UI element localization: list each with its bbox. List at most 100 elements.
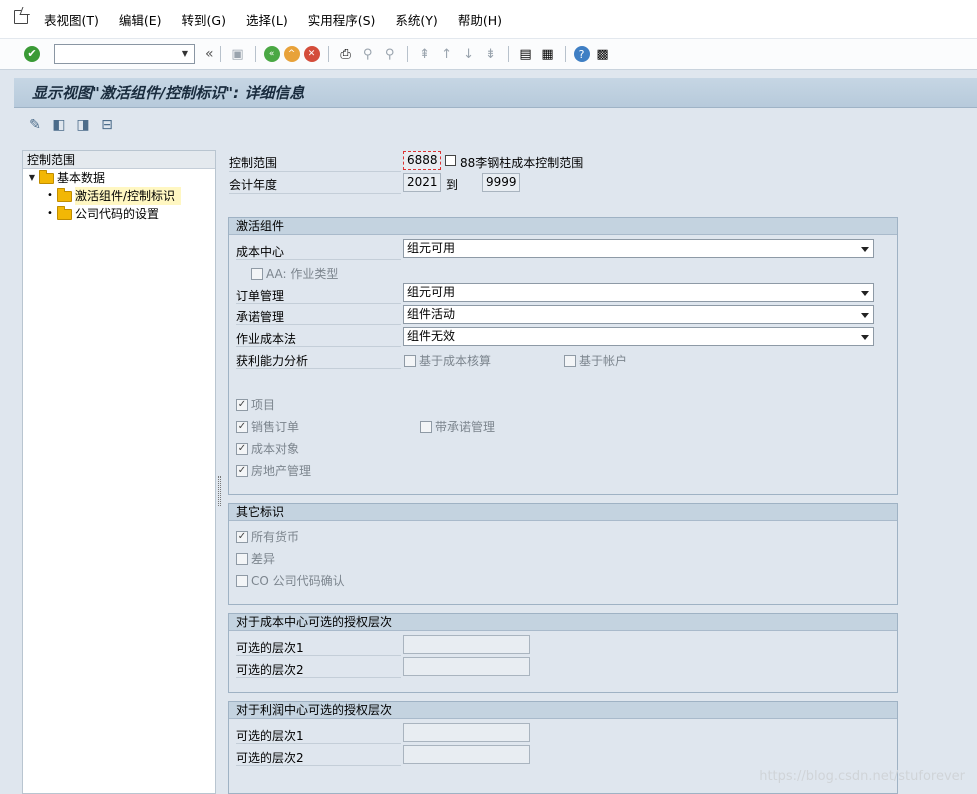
menu-utilities[interactable]: 实用程序(S) — [298, 10, 386, 29]
checkbox-box[interactable]: ✓ — [236, 420, 248, 433]
checkbox-box[interactable] — [236, 574, 248, 587]
menu-selection[interactable]: 选择(L) — [236, 10, 298, 29]
select-all-icon[interactable]: ⊟ — [98, 116, 116, 134]
menu-icon[interactable] — [14, 10, 28, 24]
checkbox-box[interactable]: ✓ — [236, 464, 248, 477]
to-label: 到 — [446, 178, 459, 192]
print-icon[interactable]: ⎙ — [337, 45, 355, 63]
cost-objects-checkbox[interactable]: ✓ 成本对象 — [236, 440, 299, 457]
previous-page-icon[interactable]: ↑ — [438, 45, 456, 63]
page-title: 显示视图"激活组件/控制标识": 详细信息 — [14, 78, 977, 108]
cancel-icon[interactable]: ✕ — [303, 46, 320, 62]
menu-edit[interactable]: 编辑(E) — [109, 10, 172, 29]
chevron-down-icon[interactable] — [861, 335, 869, 340]
chevron-down-icon[interactable] — [861, 247, 869, 252]
find-icon[interactable]: ⚲ — [359, 45, 377, 63]
dropdown-value: 组件活动 — [407, 307, 456, 321]
other-indicators-group: 其它标识 — [228, 503, 898, 605]
menu-system[interactable]: 系统(Y) — [385, 10, 447, 29]
tree-node-company-code[interactable]: • 公司代码的设置 — [23, 205, 215, 223]
splitter-handle[interactable] — [218, 476, 221, 506]
group-title: 对于利润中心可选的授权层次 — [229, 702, 897, 719]
co-company-code-checkbox[interactable]: CO 公司代码确认 — [236, 572, 345, 589]
display-change-icon[interactable]: ✎ — [26, 116, 44, 134]
projects-checkbox[interactable]: ✓ 项目 — [236, 396, 275, 413]
menu-table-view[interactable]: 表视图(T) — [34, 10, 109, 29]
next-entry-icon[interactable]: ◨ — [74, 116, 92, 134]
create-session-icon[interactable]: ▤ — [517, 45, 535, 63]
tree-node-basic-data[interactable]: ▼ 基本数据 — [23, 169, 215, 187]
label-underline — [236, 743, 401, 744]
commitment-management-dropdown[interactable]: 组件活动 — [403, 305, 874, 324]
previous-entry-icon[interactable]: ◧ — [50, 116, 68, 134]
checkbox-box[interactable] — [236, 552, 248, 565]
checkbox-box[interactable]: ✓ — [236, 398, 248, 411]
find-next-icon[interactable]: ⚲ — [381, 45, 399, 63]
copy-icon[interactable] — [445, 155, 456, 166]
command-field[interactable]: ▼ — [54, 44, 195, 64]
order-management-dropdown[interactable]: 组元可用 — [403, 283, 874, 302]
shortcut-icon[interactable]: ▦ — [539, 45, 557, 63]
checkbox-box[interactable] — [564, 354, 576, 367]
collapse-chevron-icon[interactable]: « — [205, 46, 214, 62]
checkbox-label: 房地产管理 — [251, 464, 312, 478]
enter-check-icon[interactable]: ✔ — [24, 46, 40, 62]
costing-based-checkbox[interactable]: 基于成本核算 — [404, 352, 491, 369]
tree-node-label: 公司代码的设置 — [75, 207, 160, 221]
checkbox-box[interactable] — [420, 420, 432, 433]
last-page-icon[interactable]: ⇟ — [482, 45, 500, 63]
next-page-icon[interactable]: ↓ — [460, 45, 478, 63]
tree-header: 控制范围 — [23, 151, 215, 169]
checkbox-box[interactable]: ✓ — [236, 442, 248, 455]
sales-orders-checkbox[interactable]: ✓ 销售订单 — [236, 418, 299, 435]
pc-level1-field[interactable] — [403, 723, 530, 742]
customize-layout-icon[interactable]: ▩ — [594, 45, 612, 63]
chevron-down-icon[interactable] — [861, 313, 869, 318]
label-underline — [236, 655, 401, 656]
toolbar-separator — [406, 46, 408, 62]
first-page-icon[interactable]: ⇞ — [416, 45, 434, 63]
checkbox-label: 基于成本核算 — [419, 354, 492, 368]
checkbox-label: 所有货币 — [251, 530, 300, 544]
save-icon[interactable]: ▣ — [229, 45, 247, 63]
back-icon[interactable]: « — [263, 46, 280, 62]
dropdown-value: 组元可用 — [407, 241, 456, 255]
toolbar-separator — [564, 46, 566, 62]
all-currencies-checkbox[interactable]: ✓ 所有货币 — [236, 528, 299, 545]
help-icon[interactable]: ? — [573, 46, 590, 62]
controlling-area-field[interactable]: 6888 — [403, 151, 441, 170]
label-underline — [236, 303, 401, 304]
group-title: 对于成本中心可选的授权层次 — [229, 614, 897, 631]
menu-help[interactable]: 帮助(H) — [448, 10, 512, 29]
account-based-checkbox[interactable]: 基于帐户 — [564, 352, 627, 369]
commitment-management-label: 承诺管理 — [236, 310, 285, 324]
variance-checkbox[interactable]: 差异 — [236, 550, 275, 567]
fiscal-year-to-field[interactable]: 9999 — [482, 173, 520, 192]
pc-level2-label: 可选的层次2 — [236, 751, 304, 765]
pc-level2-field[interactable] — [403, 745, 530, 764]
exit-icon[interactable]: ^ — [283, 46, 300, 62]
chevron-down-icon[interactable] — [861, 291, 869, 296]
fiscal-year-label: 会计年度 — [229, 178, 278, 192]
cc-level2-field[interactable] — [403, 657, 530, 676]
with-commitment-checkbox[interactable]: 带承诺管理 — [420, 418, 495, 435]
tree-node-activation[interactable]: • 激活组件/控制标识 — [23, 187, 215, 205]
controlling-area-description: 88李钢柱成本控制范围 — [460, 156, 584, 170]
label-underline — [236, 368, 401, 369]
aa-activity-type-checkbox[interactable]: AA: 作业类型 — [251, 265, 338, 282]
command-dropdown-icon[interactable]: ▼ — [176, 45, 194, 63]
real-estate-checkbox[interactable]: ✓ 房地产管理 — [236, 462, 311, 479]
toolbar-separator — [254, 46, 256, 62]
checkbox-box[interactable] — [404, 354, 416, 367]
expand-triangle-icon[interactable]: ▼ — [27, 169, 37, 187]
checkbox-box[interactable] — [251, 267, 263, 280]
cost-center-dropdown[interactable]: 组元可用 — [403, 239, 874, 258]
cc-level1-field[interactable] — [403, 635, 530, 654]
tree-node-label: 基本数据 — [57, 171, 106, 185]
activity-based-costing-dropdown[interactable]: 组件无效 — [403, 327, 874, 346]
fiscal-year-from-field[interactable]: 2021 — [403, 173, 441, 192]
watermark: https://blog.csdn.net/stuforever — [759, 769, 965, 784]
checkbox-box[interactable]: ✓ — [236, 530, 248, 543]
checkbox-label: 带承诺管理 — [435, 420, 496, 434]
menu-goto[interactable]: 转到(G) — [172, 10, 236, 29]
